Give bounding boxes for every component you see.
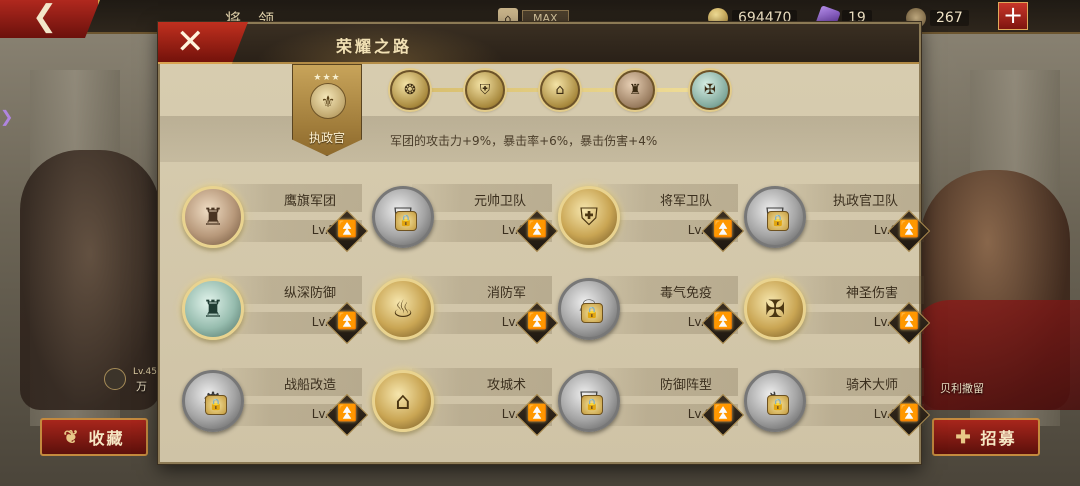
upgrade-arrow-icon: ⏫ — [527, 219, 547, 238]
skill-name-bar: 骑术大师 — [784, 368, 924, 396]
skill-card[interactable]: 纵深防御 Lv.1 ♜ ⏫ — [182, 276, 369, 345]
skill-card[interactable]: 将军卫队 Lv.4 ⛨ ⏫ — [558, 184, 745, 253]
lock-icon: 🔒 — [581, 395, 603, 415]
hero-cape — [910, 300, 1080, 410]
skill-name: 消防军 — [486, 286, 526, 301]
skill-card[interactable]: 战船改造Lv.0⚙🔒⏫ — [182, 368, 369, 437]
recruit-button[interactable]: ✚ 招募 — [932, 418, 1040, 456]
skill-card[interactable]: 骑术大师Lv.0♞🔒⏫ — [744, 368, 931, 437]
skill-emblem-icon[interactable]: ⌂ — [372, 370, 434, 432]
skill-name: 元帅卫队 — [473, 194, 526, 209]
skill-name: 骑术大师 — [845, 378, 898, 393]
hero-level-left: Lv.45 — [133, 367, 157, 377]
skill-emblem-icon[interactable]: ♜ — [182, 186, 244, 248]
skill-card[interactable]: 元帅卫队Lv.0⛨🔒⏫ — [372, 184, 559, 253]
rank-node-helmet-icon[interactable]: ⌂ — [540, 70, 580, 110]
skill-name: 纵深防御 — [283, 286, 336, 301]
modal-title: 荣耀之路 — [336, 37, 413, 56]
glory-road-modal: 荣耀之路 ✕ ★★★ ⚜ 执政官 ❂ ⛨ ⌂ ♜ ✠ 军团的攻击力+9%，暴击率+6%，… — [158, 22, 931, 464]
skill-name-bar: 将军卫队 — [598, 184, 738, 212]
skill-emblem-icon[interactable]: ⛨ — [558, 186, 620, 248]
back-arrow-icon: ❮ — [32, 0, 58, 34]
medal-value: 267 — [930, 10, 969, 26]
upgrade-arrow-icon: ⏫ — [899, 311, 919, 330]
skill-name: 将军卫队 — [659, 194, 712, 209]
skill-emblem-icon[interactable]: ♜ — [182, 278, 244, 340]
skill-name: 防御阵型 — [659, 378, 712, 393]
rank-node-shield-icon[interactable]: ⛨ — [465, 70, 505, 110]
skill-card[interactable]: 消防军 Lv.4 ♨ ⏫ — [372, 276, 559, 345]
lock-icon: 🔒 — [205, 395, 227, 415]
skill-name-bar: 元帅卫队 — [412, 184, 552, 212]
upgrade-arrow-icon: ⏫ — [337, 219, 357, 238]
lock-icon: 🔒 — [767, 211, 789, 231]
upgrade-arrow-icon: ⏫ — [713, 403, 733, 422]
skill-name-bar: 神圣伤害 — [784, 276, 924, 304]
collect-button[interactable]: ❦ 收藏 — [40, 418, 148, 456]
back-button[interactable]: ❮ — [0, 0, 100, 38]
modal-header: 荣耀之路 — [160, 24, 919, 64]
skill-name: 攻城术 — [486, 378, 526, 393]
upgrade-arrow-icon: ⏫ — [527, 403, 547, 422]
lock-icon: 🔒 — [767, 395, 789, 415]
skill-name-bar: 执政官卫队 — [784, 184, 924, 212]
skill-name-bar: 攻城术 — [412, 368, 552, 396]
skill-card[interactable]: 攻城术 Lv.4 ⌂ ⏫ — [372, 368, 559, 437]
skill-emblem-icon[interactable]: ⛨🔒 — [372, 186, 434, 248]
upgrade-arrow-icon: ⏫ — [713, 311, 733, 330]
skill-card[interactable]: 毒气免疫Lv.0☠🔒⏫ — [558, 276, 745, 345]
upgrade-arrow-icon: ⏫ — [713, 219, 733, 238]
upgrade-arrow-icon: ⏫ — [337, 403, 357, 422]
upgrade-arrow-icon: ⏫ — [899, 403, 919, 422]
collect-label: 收藏 — [88, 429, 125, 448]
close-icon: ✕ — [176, 22, 205, 62]
skill-emblem-icon[interactable]: ☠🔒 — [558, 278, 620, 340]
skill-emblem-icon[interactable]: ⛨🔒 — [744, 186, 806, 248]
skill-emblem-icon[interactable]: ♞🔒 — [744, 370, 806, 432]
skill-emblem-icon[interactable]: ✠ — [744, 278, 806, 340]
skill-card[interactable]: 防御阵型Lv.0⛨🔒⏫ — [558, 368, 745, 437]
skill-name: 鹰旗军团 — [283, 194, 336, 209]
skill-card[interactable]: 鹰旗军团 Lv.2 ♜ ⏫ — [182, 184, 369, 253]
rank-bonus-text: 军团的攻击力+9%，暴击率+6%，暴击伤害+4% — [390, 134, 658, 148]
hero-class-icon — [104, 368, 126, 390]
rank-node-eagle-icon[interactable]: ♜ — [615, 70, 655, 110]
skill-name-bar: 毒气免疫 — [598, 276, 738, 304]
skill-name-bar: 防御阵型 — [598, 368, 738, 396]
add-resource-button[interactable]: + — [998, 2, 1028, 30]
skill-name-bar: 鹰旗军团 — [222, 184, 362, 212]
skill-name: 毒气免疫 — [659, 286, 712, 301]
rank-node-standard-icon[interactable]: ✠ — [690, 70, 730, 110]
upgrade-arrow-icon: ⏫ — [337, 311, 357, 330]
skill-name-bar: 战船改造 — [222, 368, 362, 396]
recruit-label: 招募 — [980, 429, 1017, 448]
laurel-plus-icon: ✚ — [955, 426, 973, 448]
skill-emblem-icon[interactable]: ⚙🔒 — [182, 370, 244, 432]
lock-icon: 🔒 — [395, 211, 417, 231]
scroll-left-icon[interactable]: ❯ — [0, 105, 13, 129]
skill-name: 战船改造 — [283, 378, 336, 393]
skill-name: 神圣伤害 — [845, 286, 898, 301]
rank-node-wreath-icon[interactable]: ❂ — [390, 70, 430, 110]
skill-card[interactable]: 执政官卫队Lv.0⛨🔒⏫ — [744, 184, 931, 253]
skill-name-bar: 纵深防御 — [222, 276, 362, 304]
upgrade-arrow-icon: ⏫ — [527, 311, 547, 330]
lock-icon: 🔒 — [581, 303, 603, 323]
rank-stars: ★★★ — [313, 73, 341, 83]
rank-name: 执政官 — [308, 131, 345, 145]
upgrade-arrow-icon: ⏫ — [899, 219, 919, 238]
rank-emblem-icon: ⚜ — [310, 83, 346, 119]
rank-banner[interactable]: ★★★ ⚜ 执政官 — [292, 64, 362, 156]
skill-emblem-icon[interactable]: ⛨🔒 — [558, 370, 620, 432]
laurel-icon: ❦ — [63, 426, 81, 448]
hero-name-left: 万 — [136, 380, 147, 393]
skill-name-bar: 消防军 — [412, 276, 552, 304]
skill-card[interactable]: 神圣伤害 Lv.4 ✠ ⏫ — [744, 276, 931, 345]
skill-name: 执政官卫队 — [832, 194, 898, 209]
skill-emblem-icon[interactable]: ♨ — [372, 278, 434, 340]
hero-name-right: 贝利撒留 — [940, 382, 984, 395]
